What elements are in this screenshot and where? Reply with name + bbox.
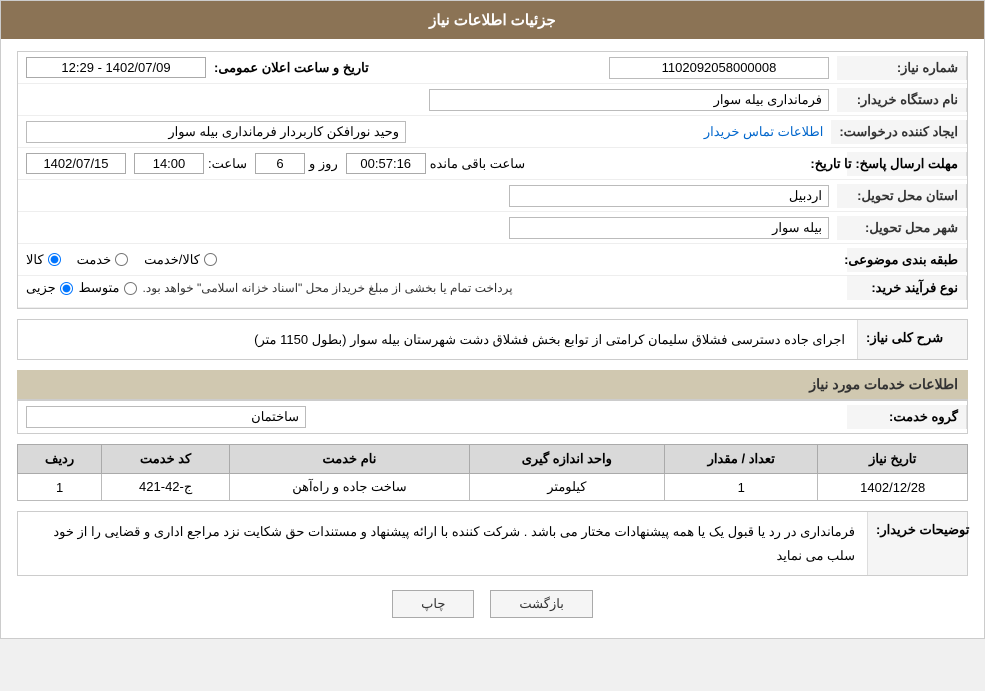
page-title: جزئیات اطلاعات نیاز xyxy=(429,12,556,29)
tarikhe-elaan-field: 1402/07/09 - 12:29 xyxy=(26,57,206,78)
col-kod-header: کد خدمت xyxy=(102,445,230,474)
sharh-body: اجرای جاده دسترسی فشلاق سلیمان کرامتی از… xyxy=(18,320,857,359)
noow-jazzi-item: جزیی xyxy=(26,280,73,296)
name-dastgah-label: نام دستگاه خریدار: xyxy=(837,88,967,112)
mohlat-saat-field: 14:00 xyxy=(134,153,204,174)
noow-row: نوع فرآیند خرید: پرداخت تمام یا بخشی از … xyxy=(18,276,967,308)
mohlat-saat-label: ساعت: xyxy=(208,156,247,172)
tabaqe-kala-khedmat-label: کالا/خدمت xyxy=(144,252,200,268)
noow-label: نوع فرآیند خرید: xyxy=(847,276,967,300)
ijad-konande-label: ایجاد کننده درخواست: xyxy=(831,120,967,144)
col-radif-header: ردیف xyxy=(18,445,102,474)
tawzihat-body: فرمانداری در رد یا قبول یک یا همه پیشنها… xyxy=(18,512,867,575)
mohlat-row: مهلت ارسال پاسخ: تا تاریخ: ساعت باقی مان… xyxy=(18,148,967,180)
date-label-cell: تاریخ و ساعت اعلان عمومی: xyxy=(214,60,369,76)
mohlat-baqi-field: 00:57:16 xyxy=(346,153,426,174)
mohlat-rooz-label: روز و xyxy=(309,156,338,172)
shmare-niaz-row: شماره نیاز: 1102092058000008 تاریخ و ساع… xyxy=(18,52,967,84)
cell-kod: ج-42-421 xyxy=(102,474,230,501)
ijad-konande-field: وحید نورافکن کاربردار فرمانداری بیله سوا… xyxy=(26,121,406,143)
noow-motavaset-item: متوسط xyxy=(79,280,137,296)
mohlat-remain-item: ساعت باقی مانده 00:57:16 xyxy=(346,153,525,174)
ostan-field: اردبیل xyxy=(509,185,829,207)
items-table: تاریخ نیاز تعداد / مقدار واحد اندازه گیر… xyxy=(17,444,968,501)
ijad-konande-row: ایجاد کننده درخواست: اطلاعات تماس خریدار… xyxy=(18,116,967,148)
cell-radif: 1 xyxy=(18,474,102,501)
col-count-header: تعداد / مقدار xyxy=(665,445,818,474)
col-unit-header: واحد اندازه گیری xyxy=(469,445,664,474)
sharh-section: شرح کلی نیاز: اجرای جاده دسترسی فشلاق سل… xyxy=(17,319,968,360)
shahr-field: بیله سوار xyxy=(509,217,829,239)
table-row: 1402/12/28 1 کیلومتر ساخت جاده و راه‌آهن… xyxy=(18,474,968,501)
mohlat-baqi-label: ساعت باقی مانده xyxy=(430,156,525,172)
name-dastgah-row: نام دستگاه خریدار: فرمانداری بیله سوار xyxy=(18,84,967,116)
col-date-header: تاریخ نیاز xyxy=(818,445,968,474)
tabaqe-label: طبقه بندی موضوعی: xyxy=(847,248,967,272)
ostan-row: استان محل تحویل: اردبیل xyxy=(18,180,967,212)
mohlat-date-field: 1402/07/15 xyxy=(26,153,126,174)
bazgasht-button[interactable]: بازگشت xyxy=(490,590,592,618)
col-name-header: نام خدمت xyxy=(230,445,470,474)
tabaqe-kala-item: کالا xyxy=(26,252,61,268)
button-row: بازگشت چاپ xyxy=(17,590,968,618)
cell-unit: کیلومتر xyxy=(469,474,664,501)
tawzihat-text: فرمانداری در رد یا قبول یک یا همه پیشنها… xyxy=(53,524,855,562)
group-field: ساختمان xyxy=(26,406,306,428)
shmare-niaz-value: 1102092058000008 xyxy=(377,53,837,83)
tabaqe-kala-khedmat-item: کالا/خدمت xyxy=(144,252,217,268)
tabaqe-row: طبقه بندی موضوعی: کالا/خدمت خدمت کالا xyxy=(18,244,967,276)
tawzihat-section: توضیحات خریدار: فرمانداری در رد یا قبول … xyxy=(17,511,968,576)
mohlat-rooz-item: روز و 6 xyxy=(255,153,338,174)
etelaat-section-title: اطلاعات خدمات مورد نیاز xyxy=(17,370,968,400)
noow-text: پرداخت تمام یا بخشی از مبلغ خریداز محل "… xyxy=(143,281,513,295)
tabaqe-khedmat-label: خدمت xyxy=(77,252,112,268)
main-form: شماره نیاز: 1102092058000008 تاریخ و ساع… xyxy=(17,51,968,309)
group-row: گروه خدمت: ساختمان xyxy=(18,401,967,433)
tabaqe-kala-radio[interactable] xyxy=(48,253,61,266)
shahr-row: شهر محل تحویل: بیله سوار xyxy=(18,212,967,244)
noow-value: پرداخت تمام یا بخشی از مبلغ خریداز محل "… xyxy=(18,276,847,300)
group-section: گروه خدمت: ساختمان xyxy=(17,400,968,434)
tabaqe-kala-label: کالا xyxy=(26,252,44,268)
chap-button[interactable]: چاپ xyxy=(392,590,474,618)
ijad-konande-value: اطلاعات تماس خریدار وحید نورافکن کاربردا… xyxy=(18,117,831,147)
mohlat-label: مهلت ارسال پاسخ: تا تاریخ: xyxy=(847,152,967,176)
sharh-label: شرح کلی نیاز: xyxy=(857,320,967,359)
tabaqe-value: کالا/خدمت خدمت کالا xyxy=(18,248,847,272)
mohlat-saat-item: ساعت: 14:00 xyxy=(134,153,247,174)
shahr-label: شهر محل تحویل: xyxy=(837,216,967,240)
tabaqe-khedmat-item: خدمت xyxy=(77,252,129,268)
tawzihat-label: توضیحات خریدار: xyxy=(867,512,967,575)
noow-motavaset-radio[interactable] xyxy=(124,282,137,295)
noow-jazzi-radio[interactable] xyxy=(60,282,73,295)
cell-date: 1402/12/28 xyxy=(818,474,968,501)
shmare-niaz-label: شماره نیاز: xyxy=(837,56,967,80)
shahr-value: بیله سوار xyxy=(18,213,837,243)
contact-link[interactable]: اطلاعات تماس خریدار xyxy=(704,124,823,140)
cell-name: ساخت جاده و راه‌آهن xyxy=(230,474,470,501)
page-header: جزئیات اطلاعات نیاز xyxy=(1,1,984,39)
name-dastgah-field: فرمانداری بیله سوار xyxy=(429,89,829,111)
mohlat-value: ساعت باقی مانده 00:57:16 روز و 6 ساعت: 1… xyxy=(18,149,847,178)
tabaqe-kala-khedmat-radio[interactable] xyxy=(204,253,217,266)
tabaqe-khedmat-radio[interactable] xyxy=(115,253,128,266)
group-label: گروه خدمت: xyxy=(847,405,967,429)
shmare-niaz-field: 1102092058000008 xyxy=(609,57,829,79)
group-value: ساختمان xyxy=(18,402,847,432)
name-dastgah-value: فرمانداری بیله سوار xyxy=(18,85,837,115)
mohlat-rooz-field: 6 xyxy=(255,153,305,174)
sharh-text: اجرای جاده دسترسی فشلاق سلیمان کرامتی از… xyxy=(254,332,845,347)
noow-jazzi-label: جزیی xyxy=(26,280,56,296)
ostan-value: اردبیل xyxy=(18,181,837,211)
cell-count: 1 xyxy=(665,474,818,501)
noow-motavaset-label: متوسط xyxy=(79,280,120,296)
ostan-label: استان محل تحویل: xyxy=(837,184,967,208)
